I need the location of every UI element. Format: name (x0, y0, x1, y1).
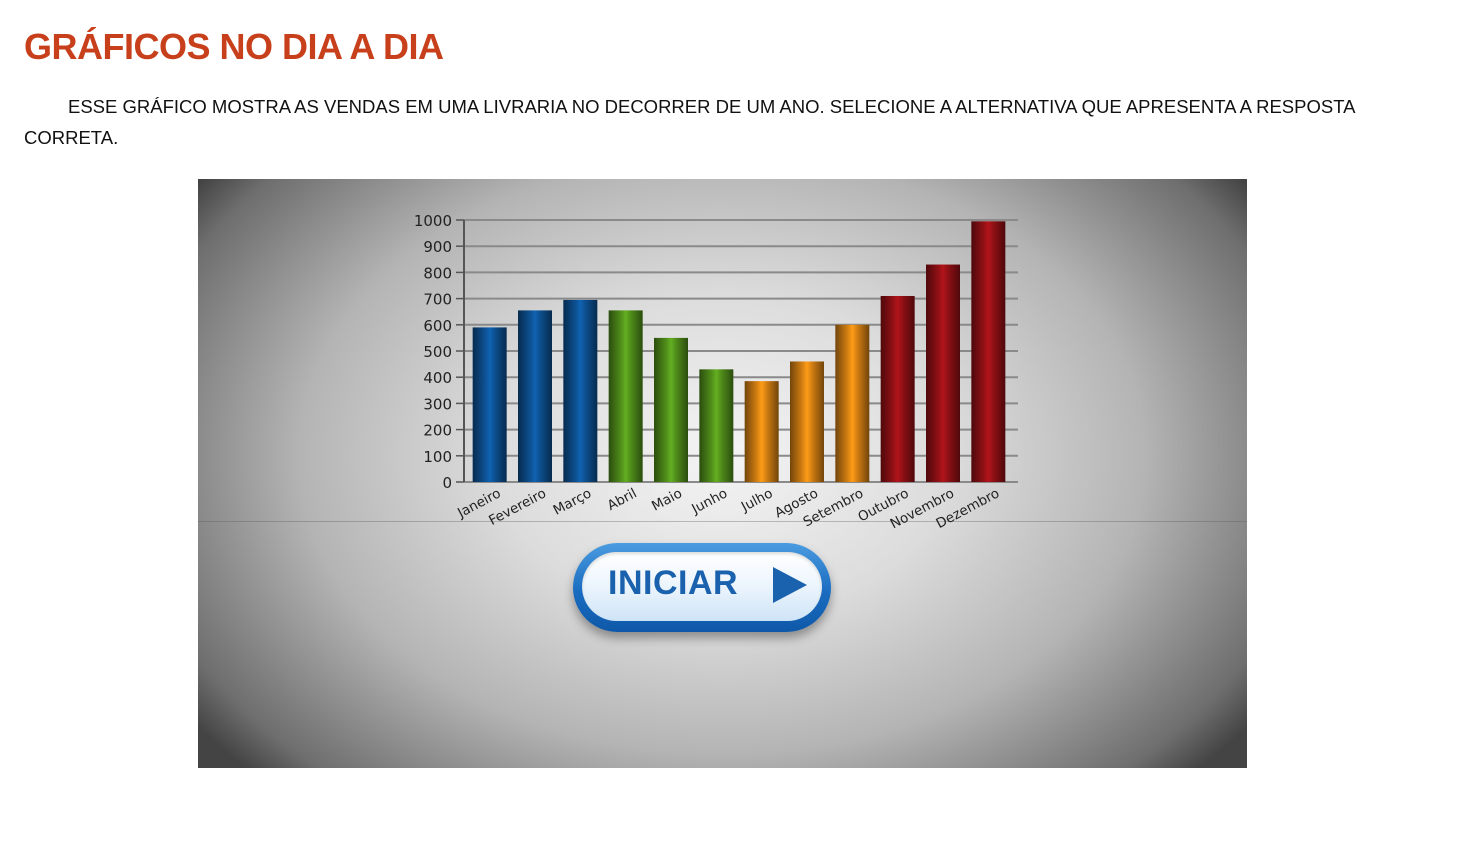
bar-fevereiro (518, 310, 552, 482)
y-tick-label: 500 (423, 343, 452, 361)
y-tick-label: 900 (423, 238, 452, 256)
y-tick-label: 400 (423, 369, 452, 387)
page-title: GRÁFICOS NO DIA A DIA (24, 26, 444, 67)
x-tick-label: Março (551, 485, 595, 518)
x-tick-label: Julho (738, 485, 776, 515)
bar-janeiro (472, 327, 507, 482)
y-tick-label: 100 (423, 448, 452, 466)
y-tick-label: 0 (442, 474, 452, 492)
activity-stage: 0 100 200 300 400 500 600 700 800 900 1000 Janeiro F… (198, 179, 1247, 768)
y-tick-label: 1000 (414, 212, 452, 230)
bar-novembro (926, 264, 960, 482)
bar-dezembro (971, 221, 1006, 482)
sales-bar-chart: 01002003004005006007008009001000JaneiroF… (414, 212, 1018, 532)
bar-agosto (790, 361, 824, 482)
bar-outubro (880, 295, 915, 482)
play-icon (773, 567, 807, 603)
start-button-label: INICIAR (608, 564, 739, 602)
bar-maio (654, 337, 688, 482)
instructions-text: ESSE GRÁFICO MOSTRA AS VENDAS EM UMA LIV… (24, 96, 1355, 148)
x-tick-label: Abril (605, 485, 640, 514)
bar-julho (744, 381, 779, 482)
y-tick-label: 200 (423, 422, 452, 440)
start-button-face[interactable]: INICIAR (582, 552, 822, 621)
bar-setembro (835, 324, 870, 482)
y-tick-label: 300 (423, 395, 452, 413)
y-tick-label: 700 (423, 291, 452, 309)
start-button[interactable]: INICIAR (573, 543, 831, 632)
x-tick-label: Junho (688, 485, 730, 517)
y-tick-label: 600 (423, 317, 452, 335)
y-tick-label: 800 (423, 264, 452, 282)
bar-junho (699, 369, 734, 482)
bar-abril (608, 310, 643, 482)
x-tick-label: Maio (649, 485, 685, 514)
bar-março (563, 299, 598, 482)
